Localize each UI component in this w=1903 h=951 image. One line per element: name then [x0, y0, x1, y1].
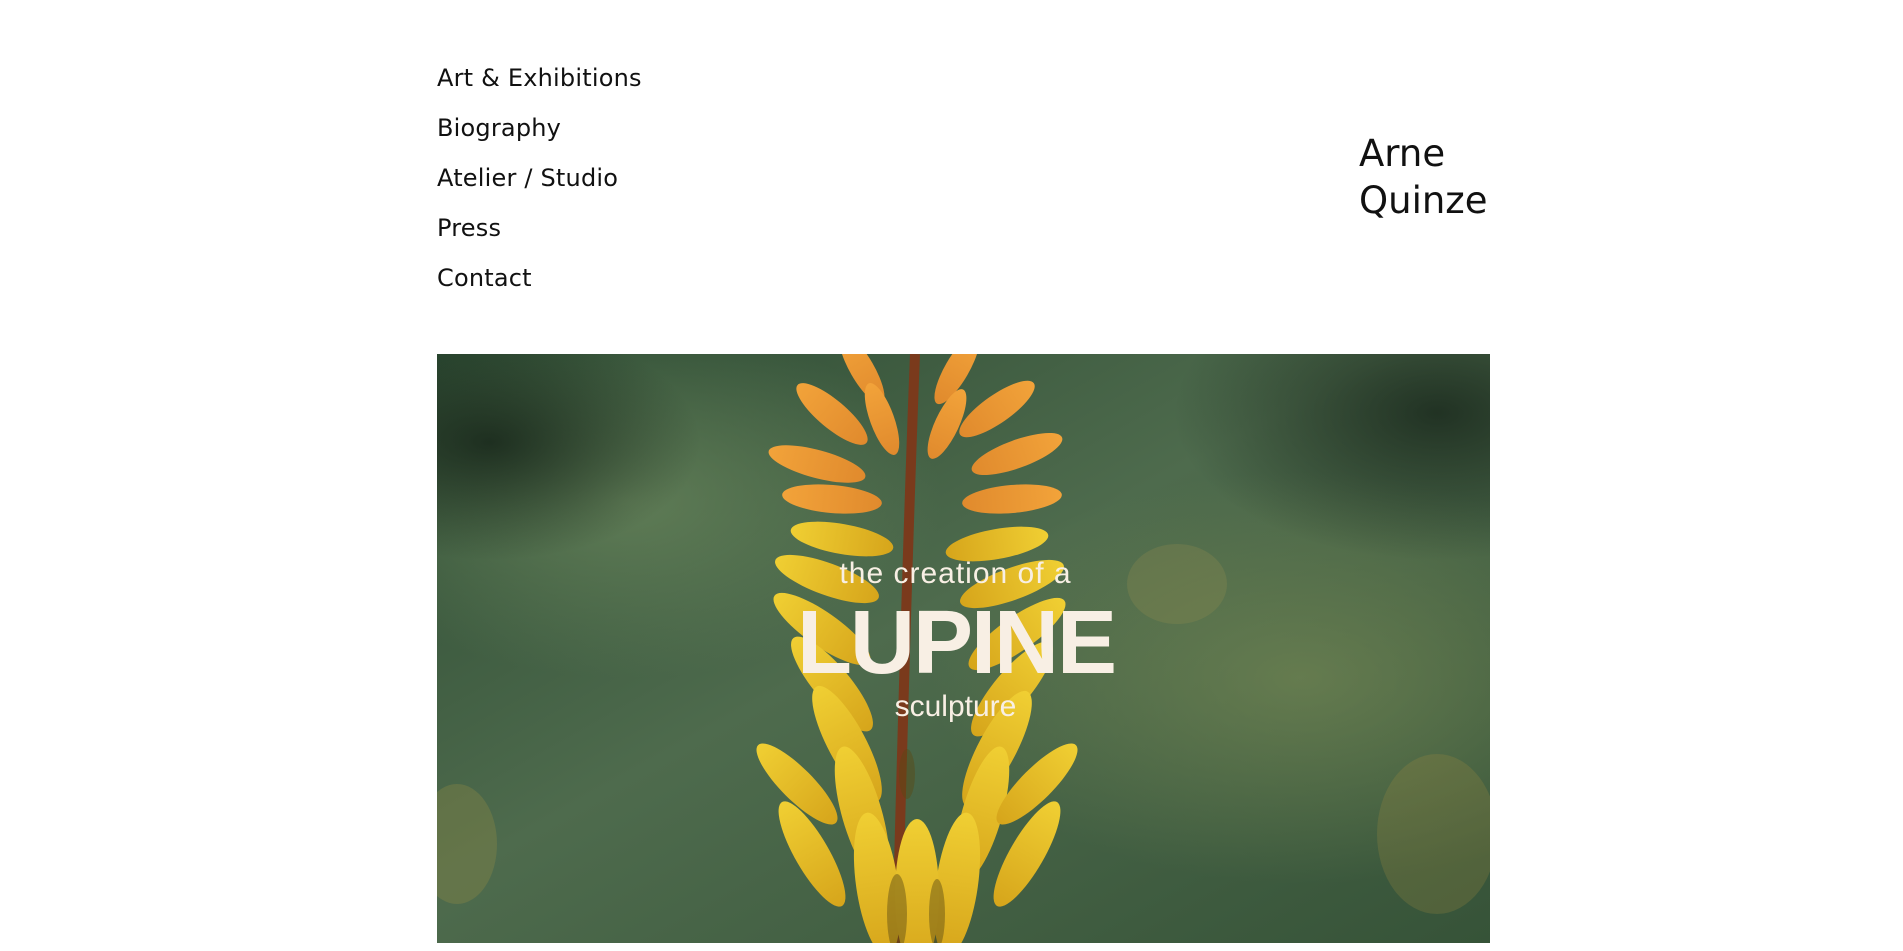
site-logo[interactable]: Arne Quinze	[1359, 130, 1488, 224]
nav-biography[interactable]: Biography	[437, 108, 642, 158]
nav-press[interactable]: Press	[437, 208, 642, 258]
hero-overlay: the creation of a LUPINE sculpture	[437, 354, 1490, 943]
nav-atelier-studio[interactable]: Atelier / Studio	[437, 158, 642, 208]
hero-title: LUPINE	[796, 593, 1117, 693]
brand-first-name: Arne	[1359, 132, 1446, 175]
hero-caption: sculpture	[894, 690, 1017, 723]
main-navigation: Art & Exhibitions Biography Atelier / St…	[437, 58, 642, 308]
hero-video[interactable]: the creation of a LUPINE sculpture	[437, 354, 1490, 943]
brand-last-name: Quinze	[1359, 179, 1488, 222]
page: Art & Exhibitions Biography Atelier / St…	[0, 0, 1903, 951]
nav-contact[interactable]: Contact	[437, 258, 642, 308]
nav-art-exhibitions[interactable]: Art & Exhibitions	[437, 58, 642, 108]
